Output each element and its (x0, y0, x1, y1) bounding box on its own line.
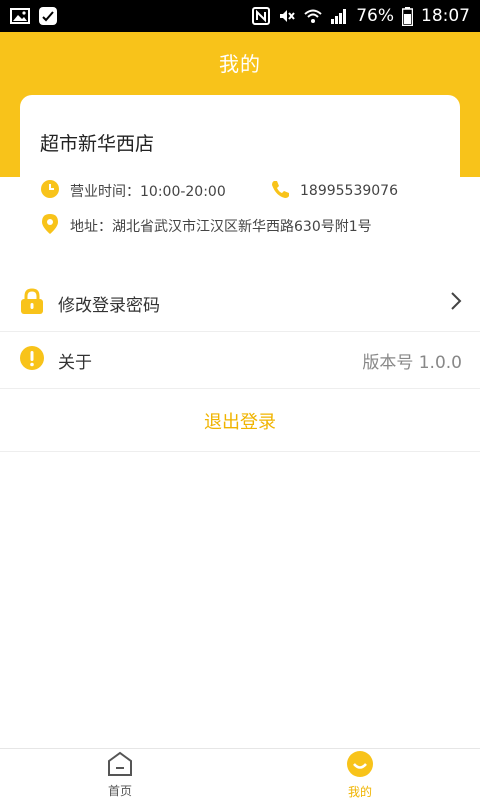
info-icon (18, 344, 46, 376)
phone-number[interactable]: 18995539076 (270, 179, 398, 203)
phone-icon (270, 179, 290, 203)
tab-mine-label: 我的 (347, 784, 372, 799)
location-pin-icon (40, 213, 60, 239)
app-notification-icon (38, 6, 58, 26)
business-hours-text: 营业时间：10:00-20:00 (70, 184, 226, 200)
chevron-right-icon (450, 291, 462, 315)
battery-icon (402, 6, 413, 26)
home-icon (106, 751, 134, 780)
tab-mine[interactable]: 我的 (240, 749, 480, 800)
clock-icon (40, 179, 60, 203)
about-item[interactable]: 关于 版本号 1.0.0 (0, 332, 480, 389)
clock: 18:07 (421, 6, 470, 26)
business-hours: 营业时间：10:00-20:00 (40, 179, 226, 203)
about-label: 关于 (58, 352, 92, 373)
logout-button[interactable]: 退出登录 (0, 390, 480, 452)
lock-icon (18, 287, 46, 319)
change-password-item[interactable]: 修改登录密码 (0, 275, 480, 332)
battery-percent: 76% (356, 6, 394, 26)
address-text: 地址：湖北省武汉市江汉区新华西路630号附1号 (70, 219, 372, 235)
shop-info-card: 超市新华西店 营业时间：10:00-20:00 18995539076 地址：湖… (20, 95, 460, 255)
status-bar: 76% 18:07 (0, 0, 480, 32)
shop-address: 地址：湖北省武汉市江汉区新华西路630号附1号 (40, 213, 372, 239)
bottom-tab-bar: 首页 我的 (0, 748, 480, 800)
status-right: 76% 18:07 (252, 6, 470, 26)
signal-icon (330, 7, 348, 25)
wifi-icon (304, 7, 322, 25)
status-left (10, 6, 58, 26)
phone-number-text: 18995539076 (300, 183, 398, 199)
version-number: 版本号 1.0.0 (362, 352, 462, 373)
tab-home-label: 首页 (107, 783, 132, 798)
smile-icon (345, 750, 375, 781)
change-password-label: 修改登录密码 (58, 295, 160, 316)
tab-home[interactable]: 首页 (0, 749, 240, 800)
nfc-icon (252, 7, 271, 25)
gallery-icon (10, 8, 30, 24)
mute-icon (278, 7, 296, 25)
page-title: 我的 (219, 52, 261, 76)
shop-name: 超市新华西店 (40, 133, 155, 155)
